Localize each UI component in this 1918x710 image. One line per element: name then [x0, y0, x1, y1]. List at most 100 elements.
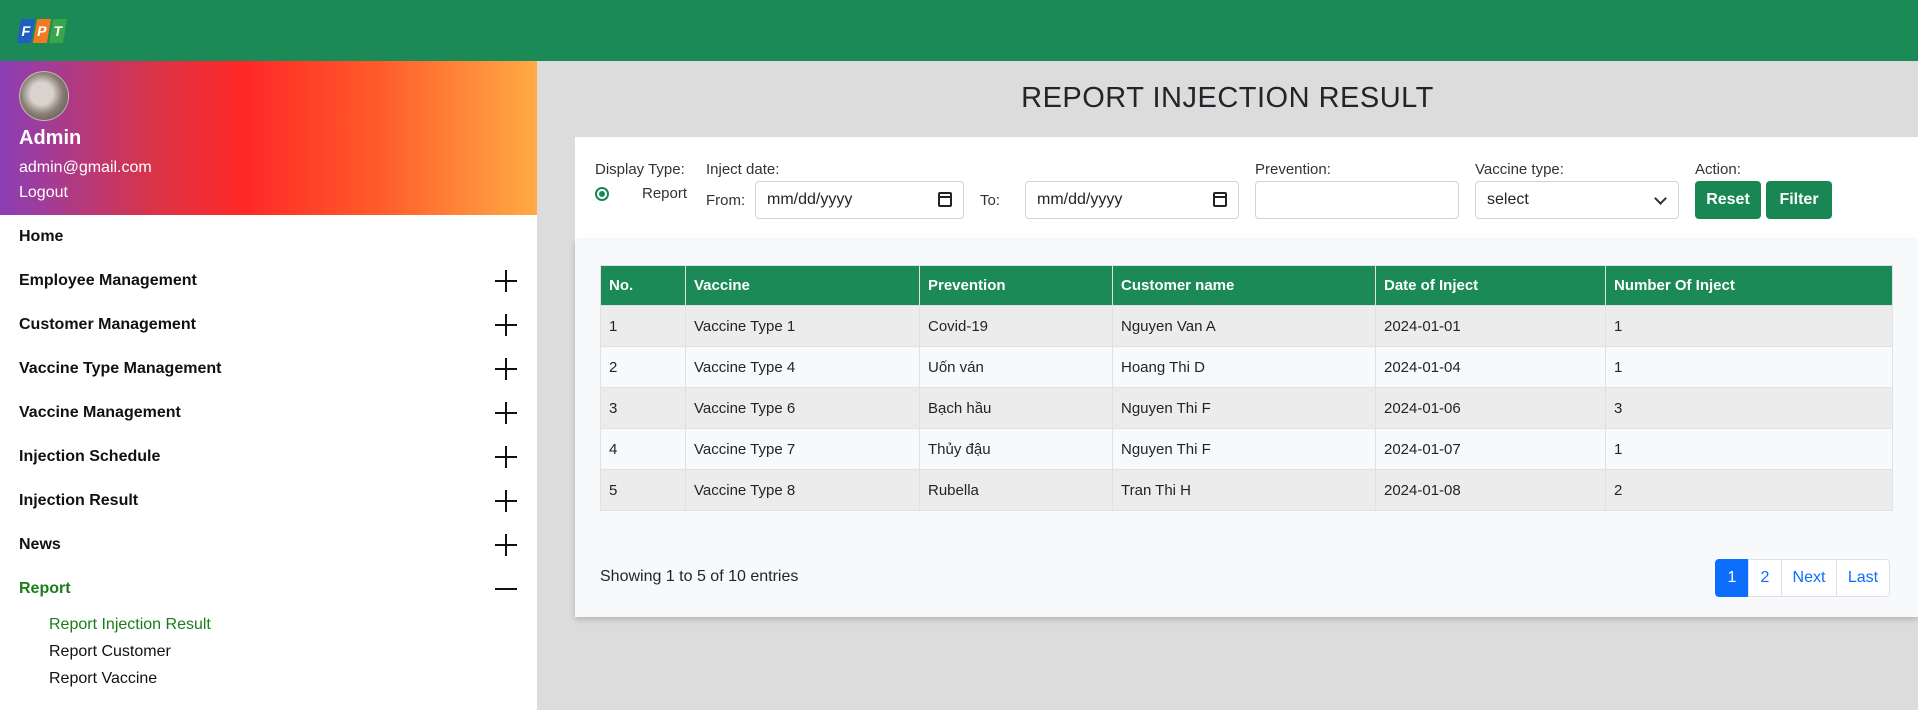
sidebar-menu: Home Employee Management Customer Manage…	[0, 215, 537, 692]
plus-icon[interactable]	[494, 401, 518, 425]
table-cell: 2024-01-01	[1375, 305, 1606, 347]
table-cell: 2024-01-07	[1375, 428, 1606, 470]
table-cell: Nguyen Thi F	[1112, 387, 1376, 429]
plus-icon[interactable]	[494, 445, 518, 469]
last-page-button[interactable]: Last	[1836, 559, 1890, 597]
to-label: To:	[980, 192, 1001, 209]
table-cell: 1	[1605, 428, 1893, 470]
sidebar-item-home[interactable]: Home	[0, 215, 537, 259]
calendar-icon[interactable]	[938, 192, 952, 207]
table-cell: Vaccine Type 7	[685, 428, 920, 470]
prevention-input[interactable]	[1255, 181, 1459, 219]
plus-icon[interactable]	[494, 533, 518, 557]
table-cell: 2024-01-06	[1375, 387, 1606, 429]
filter-button[interactable]: Filter	[1766, 181, 1832, 219]
plus-icon[interactable]	[494, 313, 518, 337]
submenu-item-report-injection-result[interactable]: Report Injection Result	[49, 611, 537, 638]
reset-button[interactable]: Reset	[1695, 181, 1761, 219]
sidebar-item-label: News	[19, 536, 61, 553]
column-header[interactable]: No.	[600, 265, 686, 306]
next-page-button[interactable]: Next	[1781, 559, 1837, 597]
table-cell: Hoang Thi D	[1112, 346, 1376, 388]
table-cell: Nguyen Van A	[1112, 305, 1376, 347]
table-row[interactable]: 2 Vaccine Type 4 Uốn ván Hoang Thi D 202…	[600, 346, 1893, 388]
page-title: REPORT INJECTION RESULT	[1021, 82, 1434, 114]
sidebar-item-label: Employee Management	[19, 272, 197, 289]
to-date-placeholder: mm/dd/yyyy	[1037, 191, 1123, 208]
table-cell: Bạch hầu	[919, 387, 1113, 429]
sidebar-item-news[interactable]: News	[0, 523, 537, 567]
sidebar-item-employee-management[interactable]: Employee Management	[0, 259, 537, 303]
page-button-1[interactable]: 1	[1715, 559, 1749, 597]
display-type-radio[interactable]	[595, 187, 609, 201]
entries-info: Showing 1 to 5 of 10 entries	[600, 568, 799, 585]
sidebar-item-report[interactable]: Report	[0, 567, 537, 611]
sidebar-item-injection-schedule[interactable]: Injection Schedule	[0, 435, 537, 479]
results-panel: No. Vaccine Prevention Customer name Dat…	[575, 240, 1918, 617]
table-cell: Vaccine Type 6	[685, 387, 920, 429]
to-date-input[interactable]: mm/dd/yyyy	[1025, 181, 1239, 219]
vaccine-type-select[interactable]: select	[1475, 181, 1679, 219]
column-header[interactable]: Number Of Inject	[1605, 265, 1893, 306]
from-date-placeholder: mm/dd/yyyy	[767, 191, 853, 208]
table-row[interactable]: 3 Vaccine Type 6 Bạch hầu Nguyen Thi F 2…	[600, 387, 1893, 429]
minus-icon[interactable]	[494, 577, 518, 601]
table-cell: 2024-01-08	[1375, 469, 1606, 511]
pagination: 1 2 Next Last	[1715, 559, 1890, 597]
column-header[interactable]: Date of Inject	[1375, 265, 1606, 306]
sidebar-item-customer-management[interactable]: Customer Management	[0, 303, 537, 347]
table-cell: 2024-01-04	[1375, 346, 1606, 388]
column-header[interactable]: Customer name	[1112, 265, 1376, 306]
table-cell: 3	[1605, 387, 1893, 429]
chevron-down-icon	[1654, 192, 1667, 205]
profile-email: admin@gmail.com	[19, 159, 152, 176]
vaccine-type-label: Vaccine type:	[1475, 161, 1564, 178]
table-header-row: No. Vaccine Prevention Customer name Dat…	[600, 265, 1893, 306]
logout-link[interactable]: Logout	[19, 184, 68, 202]
profile-name: Admin	[19, 127, 82, 149]
sidebar-item-label: Customer Management	[19, 316, 196, 333]
table-cell: 2	[1605, 469, 1893, 511]
from-label: From:	[706, 192, 746, 209]
plus-icon[interactable]	[494, 269, 518, 293]
sidebar-item-label: Injection Result	[19, 492, 139, 509]
table-row[interactable]: 5 Vaccine Type 8 Rubella Tran Thi H 2024…	[600, 469, 1893, 511]
table-cell: Tran Thi H	[1112, 469, 1376, 511]
submenu-item-report-vaccine[interactable]: Report Vaccine	[49, 665, 537, 692]
table-cell: 1	[600, 305, 686, 347]
sidebar-item-vaccine-type-management[interactable]: Vaccine Type Management	[0, 347, 537, 391]
page-button-2[interactable]: 2	[1748, 559, 1782, 597]
table-cell: 3	[600, 387, 686, 429]
sidebar-item-vaccine-management[interactable]: Vaccine Management	[0, 391, 537, 435]
table-cell: Thủy đậu	[919, 428, 1113, 470]
sidebar-item-label: Injection Schedule	[19, 448, 161, 465]
top-bar: F P T	[0, 0, 1918, 61]
display-type-option-label: Report	[642, 185, 688, 202]
table-row[interactable]: 4 Vaccine Type 7 Thủy đậu Nguyen Thi F 2…	[600, 428, 1893, 470]
plus-icon[interactable]	[494, 489, 518, 513]
report-submenu: Report Injection Result Report Customer …	[0, 611, 537, 692]
from-date-input[interactable]: mm/dd/yyyy	[755, 181, 964, 219]
sidebar-item-label: Home	[19, 228, 64, 245]
calendar-icon[interactable]	[1213, 192, 1227, 207]
table-row[interactable]: 1 Vaccine Type 1 Covid-19 Nguyen Van A 2…	[600, 305, 1893, 347]
fpt-logo[interactable]: F P T	[16, 19, 68, 43]
table-cell: Vaccine Type 1	[685, 305, 920, 347]
column-header[interactable]: Prevention	[919, 265, 1113, 306]
plus-icon[interactable]	[494, 357, 518, 381]
sidebar-item-injection-result[interactable]: Injection Result	[0, 479, 537, 523]
vaccine-type-selected: select	[1487, 191, 1529, 208]
table-cell: 4	[600, 428, 686, 470]
table-cell: 1	[1605, 346, 1893, 388]
prevention-label: Prevention:	[1255, 161, 1331, 178]
filter-panel: Display Type: Report Inject date: From: …	[575, 137, 1918, 240]
submenu-item-report-customer[interactable]: Report Customer	[49, 638, 537, 665]
sidebar: Admin admin@gmail.com Logout Home Employ…	[0, 61, 537, 710]
table-cell: 2	[600, 346, 686, 388]
sidebar-item-label: Vaccine Type Management	[19, 360, 222, 377]
avatar	[19, 71, 69, 121]
column-header[interactable]: Vaccine	[685, 265, 920, 306]
results-table: No. Vaccine Prevention Customer name Dat…	[600, 265, 1893, 511]
table-cell: Vaccine Type 8	[685, 469, 920, 511]
table-cell: Nguyen Thi F	[1112, 428, 1376, 470]
